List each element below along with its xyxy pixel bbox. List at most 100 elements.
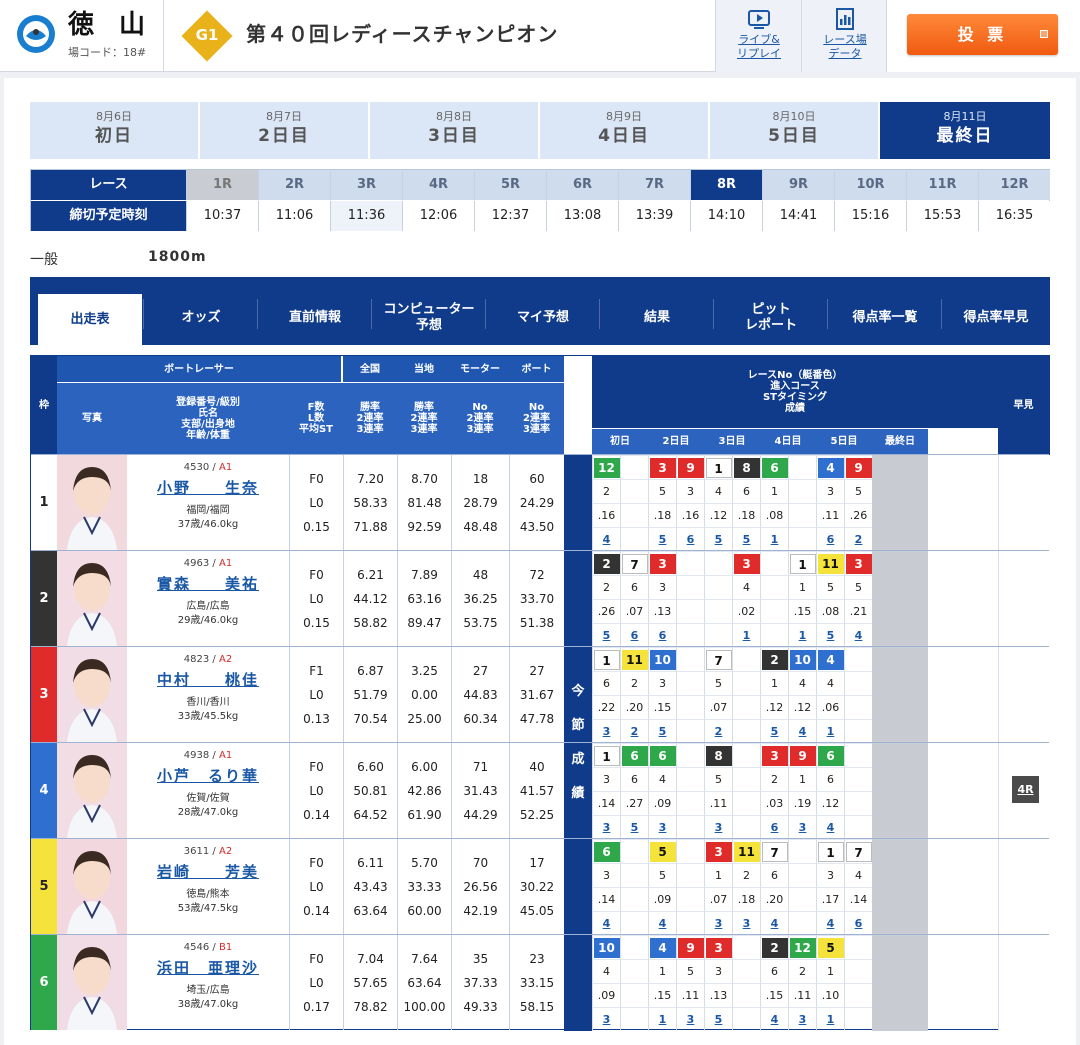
series-cell[interactable]: 6 <box>844 911 872 935</box>
series-cell[interactable]: 4 <box>816 911 844 935</box>
race-tab-4R[interactable]: 4R <box>402 170 474 200</box>
finish-result-link[interactable]: 4 <box>799 725 807 738</box>
race-tab-1R[interactable]: 1R <box>186 170 258 200</box>
day-tab-1[interactable]: 8月6日 初日 <box>30 102 198 159</box>
series-cell[interactable]: 1 <box>788 623 816 647</box>
finish-result-link[interactable]: 1 <box>827 1013 835 1026</box>
racer-name[interactable]: 浜田 亜理沙 <box>127 957 289 979</box>
series-cell[interactable]: 3 <box>732 911 760 935</box>
finish-result-link[interactable]: 5 <box>715 533 723 546</box>
series-cell[interactable]: 1 <box>760 527 788 551</box>
racer-photo[interactable] <box>57 455 127 550</box>
series-cell[interactable]: 3 <box>592 815 620 839</box>
series-cell[interactable]: 6 <box>676 527 704 551</box>
series-cell[interactable]: 3 <box>788 815 816 839</box>
racer-photo[interactable] <box>57 743 127 838</box>
finish-result-link[interactable]: 4 <box>827 917 835 930</box>
race-tab-11R[interactable]: 11R <box>906 170 978 200</box>
series-cell[interactable]: 5 <box>648 527 676 551</box>
race-tab-2R[interactable]: 2R <box>258 170 330 200</box>
finish-result-link[interactable]: 5 <box>659 533 667 546</box>
finish-result-link[interactable]: 3 <box>603 725 611 738</box>
finish-result-link[interactable]: 5 <box>743 533 751 546</box>
series-cell[interactable]: 3 <box>704 815 732 839</box>
venue-logo-icon[interactable] <box>16 14 56 54</box>
series-cell[interactable]: 5 <box>648 719 676 743</box>
finish-result-link[interactable]: 1 <box>799 629 807 642</box>
vote-button[interactable]: 投 票 <box>907 14 1058 55</box>
finish-result-link[interactable]: 6 <box>771 821 779 834</box>
finish-result-link[interactable]: 2 <box>855 533 863 546</box>
nav-tab-4[interactable]: コンピューター 予想 <box>374 291 484 345</box>
nav-tab-7[interactable]: ピット レポート <box>716 291 826 345</box>
series-cell[interactable]: 4 <box>592 527 620 551</box>
series-cell[interactable]: 4 <box>592 911 620 935</box>
race-tab-3R[interactable]: 3R <box>330 170 402 200</box>
race-tab-5R[interactable]: 5R <box>474 170 546 200</box>
finish-result-link[interactable]: 3 <box>659 821 667 834</box>
race-data-label[interactable]: レース場 データ <box>802 33 888 61</box>
nav-tab-5[interactable]: マイ予想 <box>488 291 598 345</box>
finish-result-link[interactable]: 5 <box>715 1013 723 1026</box>
series-cell[interactable]: 5 <box>704 527 732 551</box>
racer-name[interactable]: 小野 生奈 <box>127 477 289 499</box>
race-tab-6R[interactable]: 6R <box>546 170 618 200</box>
finish-result-link[interactable]: 6 <box>855 917 863 930</box>
series-cell[interactable]: 3 <box>788 1007 816 1031</box>
series-cell[interactable]: 3 <box>704 911 732 935</box>
finish-result-link[interactable]: 6 <box>827 533 835 546</box>
finish-result-link[interactable]: 3 <box>743 917 751 930</box>
finish-result-link[interactable]: 3 <box>603 1013 611 1026</box>
nav-tab-3[interactable]: 直前情報 <box>260 291 370 345</box>
racer-photo[interactable] <box>57 935 127 1030</box>
finish-result-link[interactable]: 3 <box>687 1013 695 1026</box>
race-tab-12R[interactable]: 12R <box>978 170 1050 200</box>
finish-result-link[interactable]: 3 <box>715 917 723 930</box>
racer-name[interactable]: 小芦 るり華 <box>127 765 289 787</box>
series-cell[interactable]: 4 <box>648 911 676 935</box>
finish-result-link[interactable]: 4 <box>603 917 611 930</box>
nav-tab-1[interactable]: 出走表 <box>38 291 142 345</box>
series-cell[interactable]: 2 <box>704 719 732 743</box>
finish-result-link[interactable]: 5 <box>603 629 611 642</box>
series-cell[interactable]: 5 <box>732 527 760 551</box>
racer-name[interactable]: 實森 美祐 <box>127 573 289 595</box>
finish-result-link[interactable]: 4 <box>771 1013 779 1026</box>
finish-result-link[interactable]: 5 <box>631 821 639 834</box>
series-cell[interactable]: 1 <box>816 719 844 743</box>
series-cell[interactable]: 3 <box>648 815 676 839</box>
race-data-link[interactable]: レース場 データ <box>801 0 887 72</box>
finish-result-link[interactable]: 6 <box>659 629 667 642</box>
finish-result-link[interactable]: 3 <box>799 1013 807 1026</box>
series-cell[interactable]: 2 <box>620 719 648 743</box>
series-cell[interactable]: 2 <box>844 527 872 551</box>
series-cell[interactable]: 1 <box>648 1007 676 1031</box>
series-cell[interactable]: 6 <box>760 815 788 839</box>
series-cell[interactable]: 6 <box>648 623 676 647</box>
race-tab-10R[interactable]: 10R <box>834 170 906 200</box>
finish-result-link[interactable]: 1 <box>743 629 751 642</box>
finish-result-link[interactable]: 1 <box>827 725 835 738</box>
finish-result-link[interactable]: 4 <box>855 629 863 642</box>
day-tab-3[interactable]: 8月8日 3日目 <box>370 102 538 159</box>
day-tab-5[interactable]: 8月10日 5日目 <box>710 102 878 159</box>
series-cell[interactable]: 3 <box>592 719 620 743</box>
series-cell[interactable]: 5 <box>760 719 788 743</box>
finish-result-link[interactable]: 2 <box>631 725 639 738</box>
day-tab-6[interactable]: 8月11日 最終日 <box>880 102 1050 159</box>
finish-result-link[interactable]: 6 <box>631 629 639 642</box>
race-tab-9R[interactable]: 9R <box>762 170 834 200</box>
racer-name[interactable]: 中村 桃佳 <box>127 669 289 691</box>
finish-result-link[interactable]: 2 <box>715 725 723 738</box>
series-cell[interactable]: 6 <box>620 623 648 647</box>
series-cell[interactable]: 5 <box>816 623 844 647</box>
live-replay-link[interactable]: ライブ& リプレイ <box>715 0 801 72</box>
series-cell[interactable]: 4 <box>760 911 788 935</box>
series-cell[interactable]: 3 <box>676 1007 704 1031</box>
racer-photo[interactable] <box>57 839 127 934</box>
series-cell[interactable]: 4 <box>844 623 872 647</box>
day-tab-4[interactable]: 8月9日 4日目 <box>540 102 708 159</box>
nav-tab-6[interactable]: 結果 <box>602 291 712 345</box>
live-replay-label[interactable]: ライブ& リプレイ <box>716 33 802 61</box>
finish-result-link[interactable]: 4 <box>771 917 779 930</box>
